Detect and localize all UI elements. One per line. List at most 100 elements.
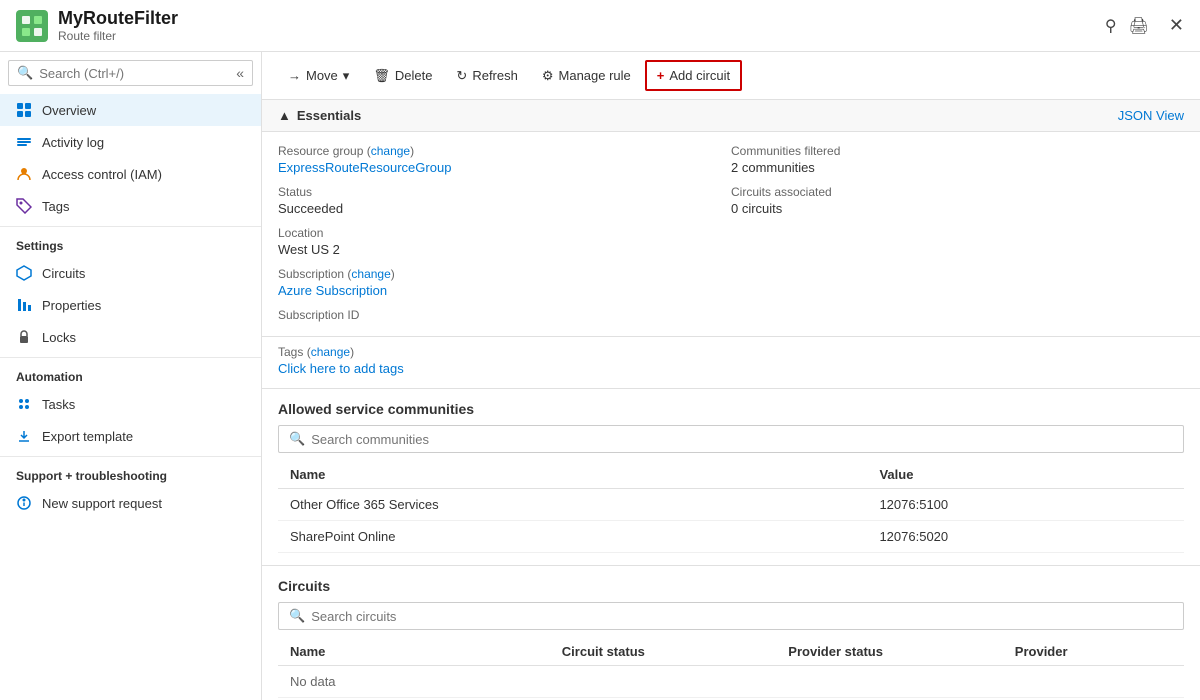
main-content: → Move ▾ 🗑 Delete ↻ Refresh ⚙ Manage rul…	[262, 52, 1200, 700]
delete-button[interactable]: 🗑 Delete	[363, 62, 442, 90]
circuits-search-input[interactable]	[311, 609, 1173, 624]
communities-col-name: Name	[278, 461, 867, 489]
subscription-label: Subscription (change)	[278, 267, 731, 281]
tags-change-link[interactable]: change	[311, 345, 350, 359]
add-circuit-icon: +	[657, 68, 665, 83]
sidebar-label-overview: Overview	[42, 103, 96, 118]
circuits-icon	[16, 265, 32, 281]
sidebar-label-access: Access control (IAM)	[42, 167, 162, 182]
activity-icon	[16, 134, 32, 150]
refresh-button[interactable]: ↻ Refresh	[446, 62, 527, 90]
essentials-col-left: Resource group (change) ExpressRouteReso…	[278, 144, 731, 324]
sidebar-item-export[interactable]: Export template	[0, 420, 261, 452]
collapse-button[interactable]: «	[236, 65, 244, 81]
tags-value[interactable]: Click here to add tags	[278, 361, 404, 376]
circuits-col-circuit-status: Circuit status	[550, 638, 777, 666]
page-title: MyRouteFilter	[58, 8, 1105, 29]
title-group: MyRouteFilter Route filter	[58, 8, 1105, 43]
subscription-change-link[interactable]: change	[351, 267, 390, 281]
sidebar-item-circuits[interactable]: Circuits	[0, 257, 261, 289]
circuits-assoc-value: 0 circuits	[731, 201, 1184, 216]
access-icon	[16, 166, 32, 182]
circuits-no-data-row: No data	[278, 666, 1184, 698]
sidebar-label-circuits: Circuits	[42, 266, 85, 281]
communities-label: Communities filtered	[731, 144, 1184, 158]
manage-rule-button[interactable]: ⚙ Manage rule	[532, 62, 641, 90]
sidebar-item-properties[interactable]: Properties	[0, 289, 261, 321]
sidebar-label-export: Export template	[42, 429, 133, 444]
subscription-id-label: Subscription ID	[278, 308, 731, 322]
page-header: MyRouteFilter Route filter ⚲ 🖨 ✕	[0, 0, 1200, 52]
manage-rule-icon: ⚙	[542, 68, 554, 84]
locks-icon	[16, 329, 32, 345]
communities-search-bar[interactable]: 🔍	[278, 425, 1184, 453]
communities-item: Communities filtered 2 communities	[731, 144, 1184, 175]
toolbar: → Move ▾ 🗑 Delete ↻ Refresh ⚙ Manage rul…	[262, 52, 1200, 100]
circuits-section-title: Circuits	[278, 578, 1184, 594]
main-layout: 🔍 « Overview Activity log Access control…	[0, 52, 1200, 700]
sidebar-label-support: New support request	[42, 496, 162, 511]
print-button[interactable]: 🖨	[1129, 16, 1149, 36]
search-box[interactable]: 🔍 «	[8, 60, 253, 86]
search-input[interactable]	[39, 66, 236, 81]
circuits-section: Circuits 🔍 Name Circuit status Provider …	[262, 566, 1200, 700]
subscription-id-item: Subscription ID	[278, 308, 731, 324]
sidebar-label-activity-log: Activity log	[42, 135, 104, 150]
properties-icon	[16, 297, 32, 313]
communities-col-value: Value	[867, 461, 1184, 489]
export-icon	[16, 428, 32, 444]
page-subtitle: Route filter	[58, 29, 1105, 43]
resource-icon	[16, 10, 48, 42]
add-circuit-button[interactable]: + Add circuit	[645, 60, 742, 91]
sidebar-item-support[interactable]: New support request	[0, 487, 261, 519]
subscription-value[interactable]: Azure Subscription	[278, 283, 387, 298]
status-item: Status Succeeded	[278, 185, 731, 216]
section-header-support: Support + troubleshooting	[0, 456, 261, 487]
subscription-item: Subscription (change) Azure Subscription	[278, 267, 731, 298]
essentials-header: ▲ Essentials JSON View	[262, 100, 1200, 132]
circuits-col-name: Name	[278, 638, 550, 666]
community-value: 12076:5020	[867, 521, 1184, 553]
location-item: Location West US 2	[278, 226, 731, 257]
sidebar: 🔍 « Overview Activity log Access control…	[0, 52, 262, 700]
header-actions: ⚲ 🖨 ✕	[1105, 15, 1184, 36]
resource-group-value[interactable]: ExpressRouteResourceGroup	[278, 160, 451, 175]
essentials-title: ▲ Essentials	[278, 108, 361, 123]
table-row: Other Office 365 Services12076:5100	[278, 489, 1184, 521]
location-label: Location	[278, 226, 731, 240]
close-button[interactable]: ✕	[1169, 15, 1184, 36]
sidebar-item-overview[interactable]: Overview	[0, 94, 261, 126]
move-icon: →	[288, 68, 301, 83]
community-name: Other Office 365 Services	[278, 489, 867, 521]
circuits-col-provider: Provider	[1003, 638, 1184, 666]
pin-button[interactable]: ⚲	[1105, 16, 1117, 36]
delete-icon: 🗑	[373, 68, 390, 84]
communities-section: Allowed service communities 🔍 Name Value…	[262, 389, 1200, 566]
sidebar-item-tasks[interactable]: Tasks	[0, 388, 261, 420]
communities-search-input[interactable]	[311, 432, 1173, 447]
circuits-search-bar[interactable]: 🔍	[278, 602, 1184, 630]
essentials-col-right: Communities filtered 2 communities Circu…	[731, 144, 1184, 324]
collapse-essentials-icon[interactable]: ▲	[278, 108, 291, 123]
sidebar-label-tasks: Tasks	[42, 397, 75, 412]
resource-group-change-link[interactable]: change	[371, 144, 410, 158]
circuits-assoc-label: Circuits associated	[731, 185, 1184, 199]
move-button[interactable]: → Move ▾	[278, 62, 359, 90]
tags-label: Tags (change)	[278, 345, 1184, 359]
sidebar-item-locks[interactable]: Locks	[0, 321, 261, 353]
communities-value: 2 communities	[731, 160, 1184, 175]
status-value: Succeeded	[278, 201, 731, 216]
circuits-assoc-item: Circuits associated 0 circuits	[731, 185, 1184, 216]
refresh-icon: ↻	[456, 68, 467, 84]
status-label: Status	[278, 185, 731, 199]
sidebar-item-tags[interactable]: Tags	[0, 190, 261, 222]
sidebar-item-activity-log[interactable]: Activity log	[0, 126, 261, 158]
sidebar-label-tags: Tags	[42, 199, 69, 214]
tasks-icon	[16, 396, 32, 412]
sidebar-item-access-control[interactable]: Access control (IAM)	[0, 158, 261, 190]
essentials-grid: Resource group (change) ExpressRouteReso…	[262, 132, 1200, 337]
communities-table: Name Value Other Office 365 Services1207…	[278, 461, 1184, 553]
tags-section: Tags (change) Click here to add tags	[262, 337, 1200, 389]
json-view-link[interactable]: JSON View	[1118, 108, 1184, 123]
search-icon: 🔍	[17, 65, 33, 81]
